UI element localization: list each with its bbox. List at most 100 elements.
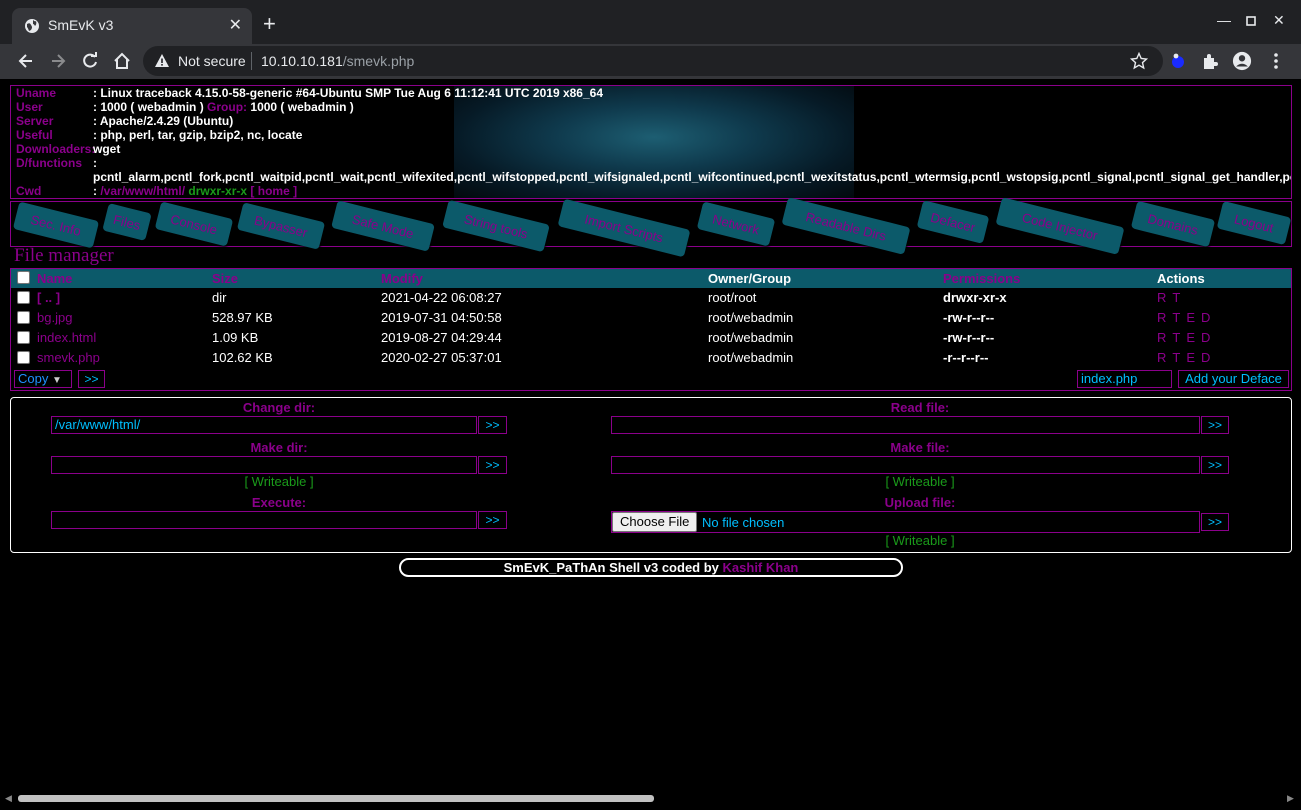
delete-action[interactable]: D <box>1201 310 1210 325</box>
rename-action[interactable]: R <box>1157 350 1166 365</box>
footer-text: SmEvK_PaThAn Shell v3 coded by <box>503 560 719 575</box>
col-permissions[interactable]: Permissions <box>943 271 1020 286</box>
extension-blue-icon[interactable] <box>1168 51 1188 71</box>
menu-code-injector[interactable]: Code Injector <box>995 197 1125 255</box>
file-perms: drwxr-xr-x <box>943 290 1007 305</box>
menu-network[interactable]: Network <box>696 201 776 247</box>
new-tab-icon[interactable]: + <box>263 13 276 35</box>
scrollbar-thumb[interactable] <box>18 795 654 802</box>
back-icon[interactable] <box>16 51 36 71</box>
tab-strip: SmEvK v3 ✕ + — ✕ <box>0 0 1301 44</box>
make-file-go-button[interactable]: >> <box>1201 456 1229 474</box>
maximize-icon[interactable] <box>1246 16 1256 26</box>
make-dir-go-button[interactable]: >> <box>478 456 507 474</box>
delete-action[interactable]: D <box>1201 330 1210 345</box>
select-all-checkbox[interactable] <box>17 271 30 284</box>
menu-sec-info[interactable]: Sec. Info <box>12 201 100 249</box>
bulk-go-button[interactable]: >> <box>78 370 105 388</box>
delete-action[interactable]: D <box>1201 350 1210 365</box>
change-dir-input[interactable]: /var/www/html/ <box>51 416 477 434</box>
page-content: Uname: Linux traceback 4.15.0-58-generic… <box>2 79 1299 791</box>
close-window-icon[interactable]: ✕ <box>1273 12 1285 29</box>
bulk-action-value: Copy <box>18 371 49 386</box>
minimize-icon[interactable]: — <box>1217 12 1231 28</box>
read-file-go-button[interactable]: >> <box>1201 416 1229 434</box>
rename-action[interactable]: R <box>1157 310 1166 325</box>
menu-domains[interactable]: Domains <box>1130 200 1216 248</box>
touch-action[interactable]: T <box>1172 290 1180 305</box>
file-name-link[interactable]: smevk.php <box>37 350 100 365</box>
edit-action[interactable]: E <box>1186 330 1195 345</box>
row-checkbox[interactable] <box>17 311 30 324</box>
server-value: : Apache/2.4.29 (Ubuntu) <box>93 114 234 128</box>
no-file-chosen-text: No file chosen <box>702 515 785 530</box>
close-tab-icon[interactable]: ✕ <box>229 15 242 35</box>
profile-avatar-icon[interactable] <box>1232 51 1252 71</box>
menu-console[interactable]: Console <box>154 201 234 247</box>
bookmark-star-icon[interactable] <box>1130 52 1148 70</box>
dfunctions-value: pcntl_alarm,pcntl_fork,pcntl_waitpid,pcn… <box>93 170 1292 184</box>
execute-go-button[interactable]: >> <box>478 511 507 529</box>
cwd-path-link[interactable]: /var/www/html/ <box>100 184 185 198</box>
menu-files[interactable]: Files <box>102 203 152 241</box>
home-link[interactable]: [ home ] <box>250 184 297 198</box>
downloaders-label: Downloaders: <box>16 142 96 156</box>
browser-tab[interactable]: SmEvK v3 ✕ <box>12 8 252 44</box>
menu-safe-mode[interactable]: Safe Mode <box>331 200 435 252</box>
main-menu: Sec. Info Files Console Bypasser Safe Mo… <box>10 197 1292 258</box>
menu-defacer[interactable]: Defacer <box>916 200 990 244</box>
touch-action[interactable]: T <box>1172 330 1180 345</box>
menu-bypasser[interactable]: Bypasser <box>236 202 326 250</box>
rename-action[interactable]: R <box>1157 290 1166 305</box>
edit-action[interactable]: E <box>1186 350 1195 365</box>
useful-value: : php, perl, tar, gzip, bzip2, nc, locat… <box>93 128 303 142</box>
menu-logout[interactable]: Logout <box>1216 200 1292 246</box>
scroll-left-icon[interactable]: ◀ <box>5 793 12 804</box>
reload-icon[interactable] <box>80 51 100 71</box>
menu-import-scripts[interactable]: Import Scripts <box>557 198 691 258</box>
col-name[interactable]: Name <box>37 271 72 286</box>
file-modified: 2019-07-31 04:50:58 <box>381 310 502 325</box>
menu-readable-dirs[interactable]: Readable Dirs <box>781 197 911 255</box>
make-file-label: Make file: <box>890 440 950 455</box>
file-owner: root/webadmin <box>708 330 794 345</box>
home-icon[interactable] <box>112 51 132 71</box>
execute-input[interactable] <box>51 511 477 529</box>
footer-credit: SmEvK_PaThAn Shell v3 coded by Kashif Kh… <box>399 558 903 577</box>
make-dir-input[interactable] <box>51 456 477 474</box>
horizontal-scrollbar[interactable]: ◀ ▶ <box>0 791 1301 806</box>
scroll-right-icon[interactable]: ▶ <box>1287 793 1294 804</box>
upload-go-button[interactable]: >> <box>1201 513 1229 531</box>
make-dir-label: Make dir: <box>250 440 308 455</box>
kebab-menu-icon[interactable] <box>1266 51 1286 71</box>
bulk-action-select[interactable]: Copy ▼ <box>14 370 72 388</box>
edit-action[interactable]: E <box>1186 310 1195 325</box>
add-deface-button[interactable]: Add your Deface <box>1178 370 1289 388</box>
change-dir-go-button[interactable]: >> <box>478 416 507 434</box>
file-name-link[interactable]: [ .. ] <box>37 290 60 305</box>
address-bar[interactable]: Not secure 10.10.10.181/smevk.php <box>143 46 1163 76</box>
change-dir-label: Change dir: <box>242 400 316 415</box>
deface-filename-input[interactable]: index.php <box>1077 370 1172 388</box>
row-checkbox[interactable] <box>17 331 30 344</box>
file-name-link[interactable]: bg.jpg <box>37 310 72 325</box>
menu-string-tools[interactable]: String tools <box>442 199 550 253</box>
col-size[interactable]: Size <box>212 271 238 286</box>
touch-action[interactable]: T <box>1172 310 1180 325</box>
choose-file-button[interactable]: Choose File <box>612 512 698 532</box>
author-link[interactable]: Kashif Khan <box>723 560 799 575</box>
uname-label: Uname <box>16 86 57 100</box>
row-checkbox[interactable] <box>17 351 30 364</box>
file-name-link[interactable]: index.html <box>37 330 96 345</box>
extensions-puzzle-icon[interactable] <box>1200 51 1220 71</box>
touch-action[interactable]: T <box>1172 350 1180 365</box>
read-file-input[interactable] <box>611 416 1200 434</box>
file-modified: 2021-04-22 06:08:27 <box>381 290 502 305</box>
forward-icon[interactable] <box>48 51 68 71</box>
col-modify[interactable]: Modify <box>381 271 423 286</box>
row-checkbox[interactable] <box>17 291 30 304</box>
address-divider <box>251 52 252 70</box>
rename-action[interactable]: R <box>1157 330 1166 345</box>
table-row: smevk.php 102.62 KB 2020-02-27 05:37:01 … <box>11 348 1291 368</box>
make-file-input[interactable] <box>611 456 1200 474</box>
